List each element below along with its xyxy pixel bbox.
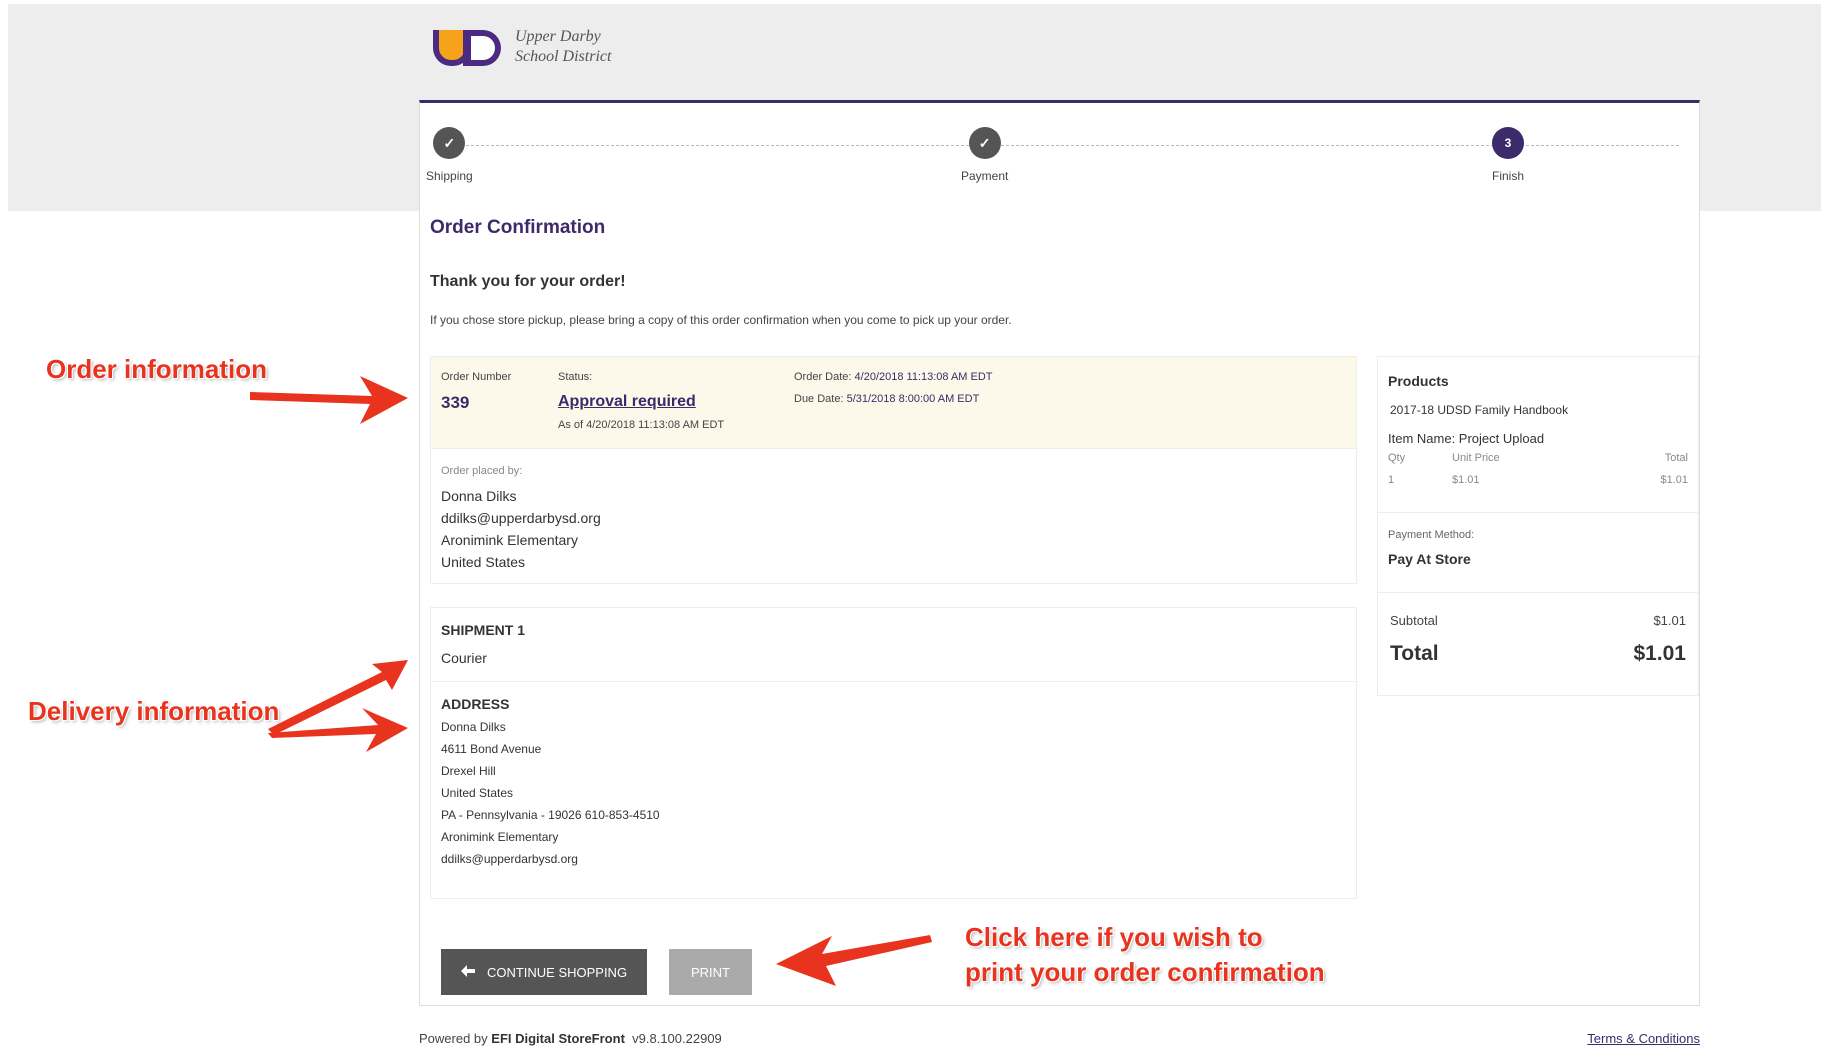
order-info-arrow — [250, 376, 408, 424]
pickup-note: If you chose store pickup, please bring … — [430, 313, 1012, 327]
checkout-stepper: ✓ Shipping ✓ Payment 3 Finish — [420, 103, 1699, 193]
checkmark-icon: ✓ — [433, 127, 466, 159]
status-as-of: As of 4/20/2018 11:13:08 AM EDT — [558, 419, 725, 431]
annotation-print: Click here if you wish to print your ord… — [965, 920, 1325, 990]
qty-header: Qty — [1388, 452, 1406, 464]
line-item-row: 1 $1.01 $1.01 — [1388, 474, 1688, 486]
order-confirmation-card: ✓ Shipping ✓ Payment 3 Finish Order Conf… — [419, 100, 1700, 1006]
order-summary-sidebar: Products 2017-18 UDSD Family Handbook It… — [1377, 356, 1699, 696]
arrow-left-icon — [460, 964, 475, 980]
continue-shopping-label: CONTINUE SHOPPING — [486, 964, 628, 980]
placed-by-email: ddilks@upperdarbysd.org — [441, 510, 601, 526]
unit-price-value: $1.01 — [1452, 474, 1480, 486]
placed-by-label: Order placed by: — [441, 465, 523, 477]
due-date-label: Due Date: — [794, 393, 844, 405]
district-logo[interactable]: Upper Darby School District — [433, 26, 611, 68]
terms-link[interactable]: Terms & Conditions — [1587, 1031, 1700, 1046]
step-label: Shipping — [426, 169, 473, 183]
products-heading: Products — [1388, 373, 1449, 389]
payment-method-value: Pay At Store — [1388, 551, 1471, 567]
total-value: $1.01 — [1633, 642, 1686, 665]
thank-you-message: Thank you for your order! — [430, 273, 626, 290]
total-row: Total $1.01 — [1390, 642, 1686, 666]
order-info-panel: Order Number 339 Status: Approval requir… — [430, 356, 1357, 449]
total-header: Total — [1664, 452, 1688, 464]
address-line: United States — [441, 786, 514, 800]
placed-by-panel: Order placed by: Donna Dilks ddilks@uppe… — [430, 449, 1357, 584]
address-line: Aronimink Elementary — [441, 830, 559, 844]
step-payment: ✓ Payment — [961, 127, 1008, 183]
shipment-method: Courier — [441, 650, 487, 666]
payment-method-label: Payment Method: — [1388, 529, 1475, 541]
line-items-header: Qty Unit Price Total — [1388, 452, 1688, 464]
version-text: v9.8.100.22909 — [632, 1031, 722, 1046]
annotation-order-info: Order information — [46, 354, 268, 384]
order-number: 339 — [441, 393, 470, 412]
checkmark-icon: ✓ — [968, 127, 1001, 159]
unit-price-header: Unit Price — [1452, 452, 1500, 464]
shipment-title: SHIPMENT 1 — [441, 622, 526, 638]
logo-line-2: School District — [515, 48, 612, 65]
subtotal-row: Subtotal $1.01 — [1390, 613, 1686, 628]
step-label: Finish — [1492, 169, 1525, 183]
annotation-print-line-1: Click here if you wish to — [965, 922, 1263, 952]
due-date-value: 5/31/2018 8:00:00 AM EDT — [846, 393, 980, 405]
placed-by-school: Aronimink Elementary — [441, 532, 578, 548]
step-shipping: ✓ Shipping — [426, 127, 473, 183]
logo-line-1: Upper Darby — [515, 28, 601, 45]
page-title: Order Confirmation — [430, 217, 606, 238]
shipment-panel: SHIPMENT 1 Courier ADDRESS Donna Dilks 4… — [430, 607, 1357, 899]
due-date: Due Date: 5/31/2018 8:00:00 AM EDT — [794, 393, 979, 405]
address-line: Drexel Hill — [441, 764, 496, 778]
order-number-label: Order Number — [441, 371, 512, 383]
delivery-arrow-lower — [268, 708, 408, 752]
print-button[interactable]: PRINT — [669, 949, 752, 995]
order-date-label: Order Date: — [794, 371, 852, 383]
address-line: 4611 Bond Avenue — [441, 742, 542, 756]
delivery-arrow-upper — [268, 660, 408, 735]
step-finish: 3 Finish — [1492, 127, 1524, 183]
address-title: ADDRESS — [441, 696, 510, 712]
address-line: Donna Dilks — [441, 720, 506, 734]
order-date: Order Date: 4/20/2018 11:13:08 AM EDT — [794, 371, 993, 383]
step-number: 3 — [1492, 127, 1524, 159]
placed-by-country: United States — [441, 554, 526, 570]
print-label: PRINT — [691, 964, 730, 980]
status-link[interactable]: Approval required — [558, 393, 696, 411]
powered-by: Powered by EFI Digital StoreFront v9.8.1… — [419, 1031, 722, 1046]
item-name: Item Name: Project Upload — [1388, 431, 1545, 446]
step-label: Payment — [961, 169, 1009, 183]
placed-by-name: Donna Dilks — [441, 488, 517, 504]
total-label: Total — [1390, 642, 1439, 665]
powered-by-text: Powered by — [419, 1031, 488, 1046]
line-total-value: $1.01 — [1660, 474, 1688, 486]
qty-value: 1 — [1388, 474, 1395, 486]
subtotal-value: $1.01 — [1653, 613, 1686, 628]
annotation-delivery-info: Delivery information — [28, 696, 280, 726]
address-line: PA - Pennsylvania - 19026 610-853-4510 — [441, 808, 660, 822]
address-line: ddilks@upperdarbysd.org — [441, 852, 578, 866]
product-name: 2017-18 UDSD Family Handbook — [1390, 403, 1569, 417]
subtotal-label: Subtotal — [1390, 613, 1438, 628]
order-date-value: 4/20/2018 11:13:08 AM EDT — [854, 371, 993, 383]
status-label: Status: — [558, 371, 593, 383]
continue-shopping-button[interactable]: CONTINUE SHOPPING — [441, 949, 647, 995]
powered-by-brand: EFI Digital StoreFront — [491, 1031, 625, 1046]
district-logo-icon — [433, 26, 507, 68]
annotation-print-line-2: print your order confirmation — [965, 957, 1325, 987]
